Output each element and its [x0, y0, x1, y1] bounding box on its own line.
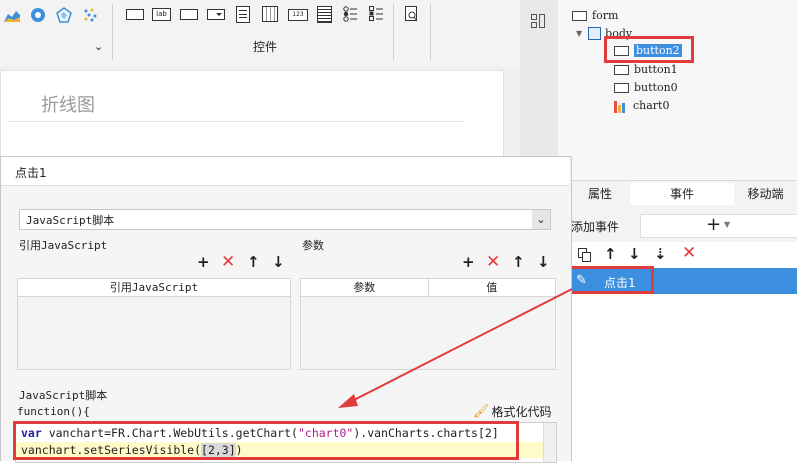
password-icon-text: 123 [292, 11, 304, 18]
button-icon [614, 45, 629, 56]
file-icon[interactable] [236, 6, 250, 23]
script-label: JavaScript脚本 [19, 389, 108, 402]
tab-events[interactable]: 事件 [630, 183, 734, 205]
script-type-select[interactable]: JavaScript脚本 ⌄ [19, 209, 551, 230]
toolbar-separator [393, 4, 394, 60]
label-icon-text: lab [156, 10, 167, 18]
radar-chart-icon[interactable] [56, 7, 72, 23]
event-list: ↑ ↓ ⇣ ✕ ✎ 点击1 [569, 242, 797, 460]
delete-icon[interactable]: ✕ [682, 245, 696, 262]
chart-widget[interactable]: 折线图 [0, 70, 504, 162]
delete-icon[interactable]: ✕ [486, 254, 500, 271]
tree-item-label: button1 [634, 63, 678, 76]
move-bottom-icon[interactable]: ⇣ [654, 247, 667, 262]
chart-title: 折线图 [41, 95, 95, 116]
form-icon [572, 10, 587, 21]
function-header: function(){ [17, 405, 90, 418]
expand-arrow-icon[interactable]: ▼ [576, 29, 582, 38]
move-up-icon[interactable]: ↑ [512, 255, 525, 270]
tree-item-label: chart0 [633, 99, 670, 112]
label-icon[interactable]: lab [152, 8, 171, 21]
tabs-border [570, 180, 797, 181]
toolbar-separator [112, 4, 113, 60]
add-event-button[interactable]: + ▼ [640, 214, 797, 238]
chevron-down-icon[interactable]: ⌄ [532, 210, 550, 229]
ref-js-table: 引用JavaScript [17, 278, 291, 370]
highlight-box [13, 421, 519, 460]
add-icon: + [706, 214, 722, 235]
tab-mobile[interactable]: 移动端 [734, 183, 797, 205]
date-icon[interactable] [262, 6, 278, 22]
tree-item-label: form [592, 9, 619, 22]
script-type-value: JavaScript脚本 [26, 214, 115, 227]
area-chart-icon[interactable] [4, 8, 20, 22]
body-icon [588, 27, 602, 40]
tree-item-chart0[interactable]: chart0 [614, 97, 669, 114]
gauge-chart-icon[interactable] [30, 7, 46, 23]
dialog-titlebar: 点击1 [1, 157, 569, 186]
highlight-box [569, 266, 654, 294]
radio-group-icon[interactable] [343, 6, 357, 22]
toolbar-separator [430, 4, 431, 60]
code-scrollbar[interactable] [543, 423, 556, 462]
design-canvas: 折线图 [0, 66, 520, 162]
button-icon [614, 64, 629, 75]
text-field-icon[interactable] [126, 9, 144, 20]
dialog-title: 点击1 [15, 166, 47, 180]
move-down-icon[interactable]: ↓ [628, 247, 641, 262]
move-up-icon[interactable]: ↑ [247, 255, 260, 270]
tab-properties[interactable]: 属性 [570, 183, 630, 205]
checkbox-group-icon[interactable] [369, 6, 383, 22]
params-section-label: 参数 [302, 239, 324, 252]
number-field-icon[interactable] [180, 9, 198, 20]
chevron-down-icon[interactable]: ⌄ [94, 40, 103, 53]
move-down-icon[interactable]: ↓ [537, 255, 550, 270]
tree-item-button0[interactable]: button0 [614, 79, 678, 96]
tree-item-button1[interactable]: button1 [614, 61, 678, 78]
tree-item-label: button2 [634, 44, 682, 57]
ref-js-section-label: 引用JavaScript [19, 239, 108, 252]
toolbar-group-label: 控件 [252, 40, 277, 54]
widget-tree: form ▼ body button2 button1 button0 char… [558, 0, 797, 180]
tree-item-form[interactable]: form [572, 7, 618, 24]
combo-box-icon[interactable] [207, 9, 225, 20]
add-icon[interactable]: + [462, 255, 475, 270]
toolbar: ⌄ lab 123 控件 [0, 0, 520, 67]
tree-item-label: button0 [634, 81, 678, 94]
scatter-chart-icon[interactable] [82, 7, 98, 23]
move-up-icon[interactable]: ↑ [604, 247, 617, 262]
add-event-label: 添加事件 [571, 220, 620, 234]
chart-icon [614, 100, 625, 113]
column-header: 引用JavaScript [109, 281, 199, 294]
add-icon[interactable]: + [197, 255, 210, 270]
annotation-arrow [338, 288, 573, 408]
delete-icon[interactable]: ✕ [221, 254, 235, 271]
text-area-icon[interactable] [317, 6, 332, 23]
move-down-icon[interactable]: ↓ [272, 255, 285, 270]
search-icon[interactable] [405, 6, 419, 22]
layout-icon[interactable] [531, 14, 545, 28]
table-header: 引用JavaScript [18, 279, 290, 297]
password-icon[interactable]: 123 [288, 9, 308, 21]
chart-divider [9, 121, 464, 122]
tree-item-button2[interactable]: button2 [614, 42, 682, 59]
side-gutter [520, 0, 558, 180]
chevron-down-icon: ▼ [724, 220, 731, 229]
button-icon [614, 82, 629, 93]
copy-icon[interactable] [578, 248, 592, 262]
